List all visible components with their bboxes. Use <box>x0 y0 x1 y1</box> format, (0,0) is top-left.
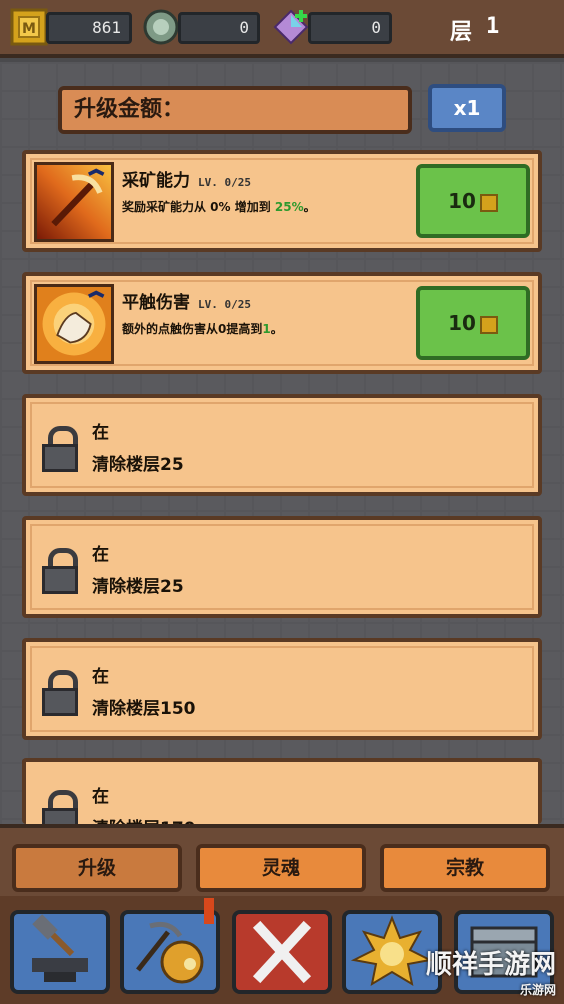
nav-close-button[interactable] <box>232 910 332 994</box>
hand-tap-icon <box>34 284 114 364</box>
soul-counter: 0 <box>178 12 260 44</box>
skill-description: 额外的点触伤害从0提高到1。 <box>122 322 283 336</box>
locked-line-1: 在 <box>92 545 109 565</box>
tab-bar: 升级 灵魂 宗教 <box>0 824 564 896</box>
cost-value: 10 <box>448 311 476 335</box>
skill-card-tap-damage: 平触伤害 LV. 0/25 额外的点触伤害从0提高到1。 10 <box>22 272 542 374</box>
pickaxe-fire-icon <box>34 162 114 242</box>
skill-level: LV. 0/25 <box>198 176 251 189</box>
svg-text:M: M <box>22 21 36 37</box>
locked-line-1: 在 <box>92 787 109 807</box>
locked-card: 在 清除楼层150 <box>22 638 542 740</box>
cost-value: 10 <box>448 189 476 213</box>
top-resource-bar: M 861 0 0 层 1 <box>0 0 564 58</box>
lock-icon <box>42 548 78 594</box>
tab-religion[interactable]: 宗教 <box>380 844 550 892</box>
gem-counter: 0 <box>308 12 392 44</box>
upgrade-amount-label: 升级金额： <box>58 86 412 134</box>
tab-soul[interactable]: 灵魂 <box>196 844 366 892</box>
tab-upgrade[interactable]: 升级 <box>12 844 182 892</box>
locked-line-1: 在 <box>92 667 109 687</box>
floor-label: 层 <box>450 20 473 45</box>
skill-card-mining: 采矿能力 LV. 0/25 奖励采矿能力从 0% 增加到 25%。 10 <box>22 150 542 252</box>
locked-line-2: 清除楼层25 <box>92 455 184 475</box>
locked-card: 在 清除楼层25 <box>22 394 542 496</box>
watermark: 顺祥手游网 乐游网 <box>425 950 556 997</box>
locked-card: 在 清除楼层25 <box>22 516 542 618</box>
close-icon <box>252 920 312 984</box>
locked-line-2: 清除楼层25 <box>92 577 184 597</box>
skill-level: LV. 0/25 <box>198 298 251 311</box>
skill-name: 采矿能力 <box>122 171 190 191</box>
soul-orb-icon <box>143 9 179 45</box>
buy-button[interactable]: 10 <box>416 286 530 360</box>
skill-description: 奖励采矿能力从 0% 增加到 25%。 <box>122 200 316 214</box>
locked-line-1: 在 <box>92 423 109 443</box>
alert-icon <box>204 898 214 924</box>
gold-counter: 861 <box>46 12 132 44</box>
multiplier-button[interactable]: x1 <box>428 84 506 132</box>
gold-coin-icon <box>479 315 498 334</box>
gold-coin-icon <box>479 193 498 212</box>
buy-button[interactable]: 10 <box>416 164 530 238</box>
spiked-orb-icon <box>350 915 434 987</box>
nav-anvil-button[interactable] <box>10 910 110 994</box>
pickaxe-helmet-icon <box>136 921 204 984</box>
anvil-hammer-icon <box>32 914 88 982</box>
locked-line-2: 清除楼层150 <box>92 699 196 719</box>
lock-icon <box>42 426 78 472</box>
locked-card: 在 清除楼层170 <box>22 758 542 836</box>
skill-name: 平触伤害 <box>122 293 190 313</box>
gold-coin-icon: M <box>10 8 48 46</box>
gem-plus-icon[interactable] <box>272 8 310 46</box>
lock-icon <box>42 670 78 716</box>
floor-number: 1 <box>486 14 500 39</box>
